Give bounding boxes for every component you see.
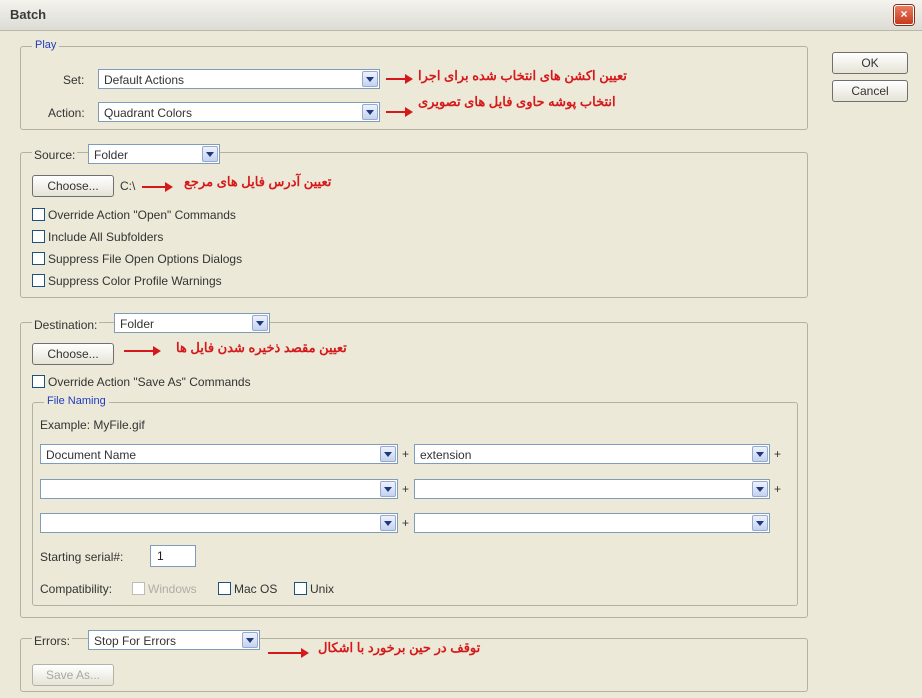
starting-serial-label: Starting serial#: bbox=[40, 550, 124, 564]
chevron-down-icon[interactable] bbox=[380, 446, 396, 462]
source-select[interactable]: Folder bbox=[88, 144, 220, 164]
annotation-set: تعیین اکشن های انتخاب شده برای اجرا bbox=[418, 68, 627, 83]
annotation-source: تعیین آدرس فایل های مرجع bbox=[184, 174, 332, 189]
chevron-down-icon[interactable] bbox=[752, 515, 768, 531]
errors-label: Errors: bbox=[32, 634, 72, 648]
source-select-value: Folder bbox=[94, 148, 129, 162]
title-bar: Batch × bbox=[0, 0, 922, 31]
errors-select[interactable]: Stop For Errors bbox=[88, 630, 260, 650]
annotation-arrow bbox=[386, 74, 413, 84]
chevron-down-icon[interactable] bbox=[752, 446, 768, 462]
cancel-button[interactable]: Cancel bbox=[832, 80, 908, 102]
chevron-down-icon[interactable] bbox=[202, 146, 218, 162]
action-select-value: Quadrant Colors bbox=[104, 106, 193, 120]
plus-sign: + bbox=[402, 516, 410, 530]
compat-windows-checkbox: Windows bbox=[132, 582, 197, 596]
destination-select-value: Folder bbox=[120, 317, 155, 331]
set-select[interactable]: Default Actions bbox=[98, 69, 380, 89]
include-subfolders-checkbox[interactable]: Include All Subfolders bbox=[32, 230, 163, 244]
compatibility-label: Compatibility: bbox=[40, 582, 113, 596]
annotation-arrow bbox=[386, 107, 413, 117]
naming-field-3-left[interactable] bbox=[40, 513, 398, 533]
destination-select[interactable]: Folder bbox=[114, 313, 270, 333]
naming-field-3-right[interactable] bbox=[414, 513, 770, 533]
set-select-value: Default Actions bbox=[104, 73, 185, 87]
play-legend: Play bbox=[32, 39, 60, 51]
source-label: Source: bbox=[32, 148, 78, 162]
naming-field-2-right[interactable] bbox=[414, 479, 770, 499]
annotation-arrow bbox=[142, 182, 173, 192]
destination-choose-button[interactable]: Choose... bbox=[32, 343, 114, 365]
plus-sign: + bbox=[402, 447, 410, 461]
checkbox-box[interactable] bbox=[32, 208, 45, 221]
chevron-down-icon[interactable] bbox=[252, 315, 268, 331]
suppress-open-options-checkbox[interactable]: Suppress File Open Options Dialogs bbox=[32, 252, 242, 266]
action-select[interactable]: Quadrant Colors bbox=[98, 102, 380, 122]
checkbox-box[interactable] bbox=[32, 274, 45, 287]
checkbox-box[interactable] bbox=[32, 230, 45, 243]
starting-serial-input[interactable]: 1 bbox=[150, 545, 196, 567]
plus-sign: + bbox=[402, 482, 410, 496]
override-save-as-checkbox[interactable]: Override Action "Save As" Commands bbox=[32, 375, 251, 389]
window-title: Batch bbox=[10, 7, 47, 22]
file-naming-example: Example: MyFile.gif bbox=[40, 418, 145, 432]
checkbox-box[interactable] bbox=[32, 252, 45, 265]
compat-unix-checkbox[interactable]: Unix bbox=[294, 582, 334, 596]
action-label: Action: bbox=[48, 106, 85, 120]
chevron-down-icon[interactable] bbox=[380, 515, 396, 531]
chevron-down-icon[interactable] bbox=[380, 481, 396, 497]
source-path: C:\ bbox=[120, 179, 136, 193]
annotation-action: انتخاب پوشه حاوی فایل های تصویری bbox=[418, 94, 616, 109]
annotation-arrow bbox=[124, 346, 161, 356]
file-naming-legend: File Naming bbox=[44, 395, 109, 407]
annotation-arrow bbox=[268, 648, 309, 658]
set-label: Set: bbox=[63, 73, 85, 87]
chevron-down-icon[interactable] bbox=[362, 104, 378, 120]
destination-label: Destination: bbox=[32, 318, 100, 332]
override-open-checkbox[interactable]: Override Action "Open" Commands bbox=[32, 208, 236, 222]
compat-macos-checkbox[interactable]: Mac OS bbox=[218, 582, 277, 596]
annotation-errors: توقف در حین برخورد با اشکال bbox=[318, 640, 481, 655]
naming-field-1-left[interactable]: Document Name bbox=[40, 444, 398, 464]
ok-button[interactable]: OK bbox=[832, 52, 908, 74]
source-choose-button[interactable]: Choose... bbox=[32, 175, 114, 197]
plus-sign: + bbox=[774, 447, 782, 461]
annotation-destination: تعیین مقصد ذخیره شدن فایل ها bbox=[176, 340, 347, 355]
naming-field-1-right[interactable]: extension bbox=[414, 444, 770, 464]
checkbox-box[interactable] bbox=[32, 375, 45, 388]
chevron-down-icon[interactable] bbox=[362, 71, 378, 87]
errors-select-value: Stop For Errors bbox=[94, 634, 177, 648]
chevron-down-icon[interactable] bbox=[242, 632, 258, 648]
checkbox-box bbox=[132, 582, 145, 595]
close-icon[interactable]: × bbox=[894, 5, 914, 25]
chevron-down-icon[interactable] bbox=[752, 481, 768, 497]
errors-save-as-button: Save As... bbox=[32, 664, 114, 686]
suppress-color-profile-checkbox[interactable]: Suppress Color Profile Warnings bbox=[32, 274, 222, 288]
naming-field-2-left[interactable] bbox=[40, 479, 398, 499]
checkbox-box[interactable] bbox=[294, 582, 307, 595]
plus-sign: + bbox=[774, 482, 782, 496]
file-naming-group bbox=[32, 402, 798, 606]
checkbox-box[interactable] bbox=[218, 582, 231, 595]
